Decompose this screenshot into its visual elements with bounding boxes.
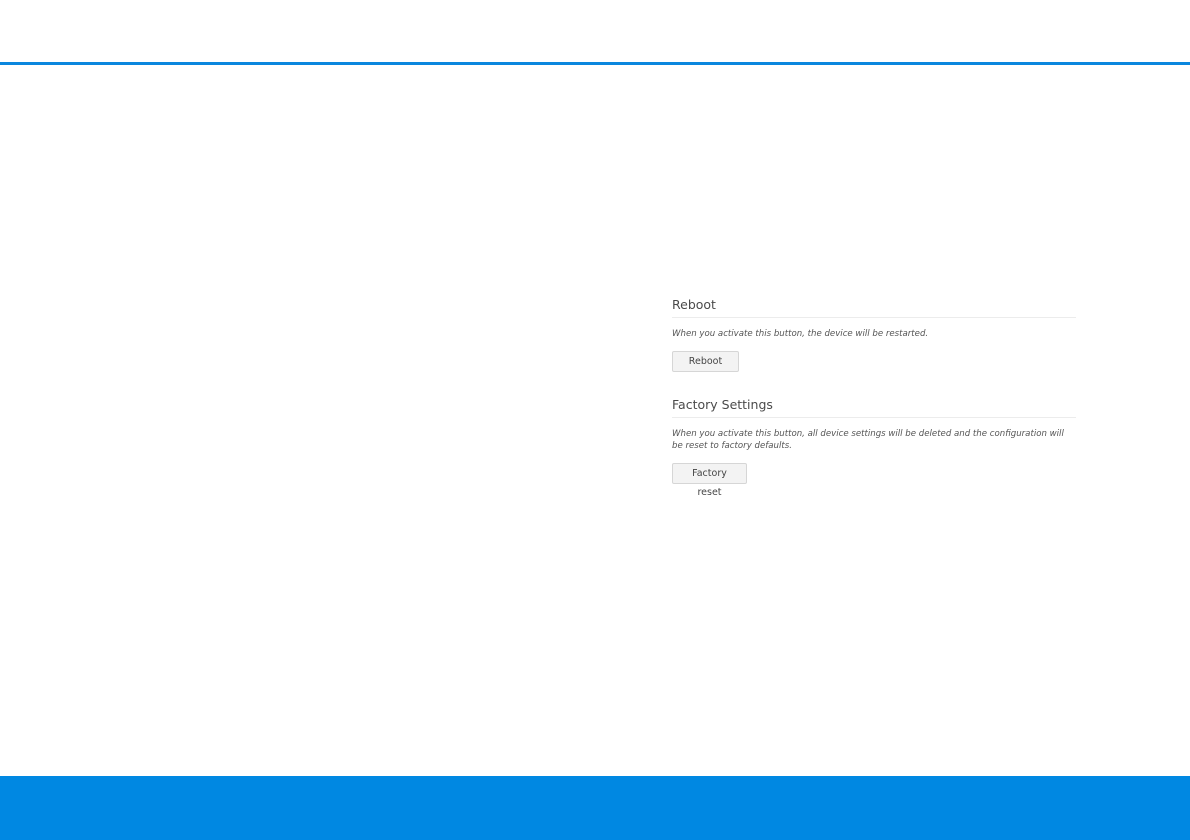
factory-settings-description: When you activate this button, all devic… <box>672 429 1064 451</box>
reboot-title: Reboot <box>672 297 1076 318</box>
reboot-section: Reboot When you activate this button, th… <box>672 297 1076 372</box>
reboot-button[interactable]: Reboot <box>672 351 739 372</box>
system-panel: Reboot When you activate this button, th… <box>672 297 1078 499</box>
page: Reboot When you activate this button, th… <box>0 0 1190 840</box>
factory-reset-button[interactable]: Factory reset <box>672 463 747 498</box>
header-divider <box>0 62 1190 65</box>
factory-settings-section: Factory Settings When you activate this … <box>672 397 1076 499</box>
reboot-description: When you activate this button, the devic… <box>672 329 929 339</box>
footer-bar <box>0 776 1190 840</box>
factory-settings-title: Factory Settings <box>672 397 1076 418</box>
